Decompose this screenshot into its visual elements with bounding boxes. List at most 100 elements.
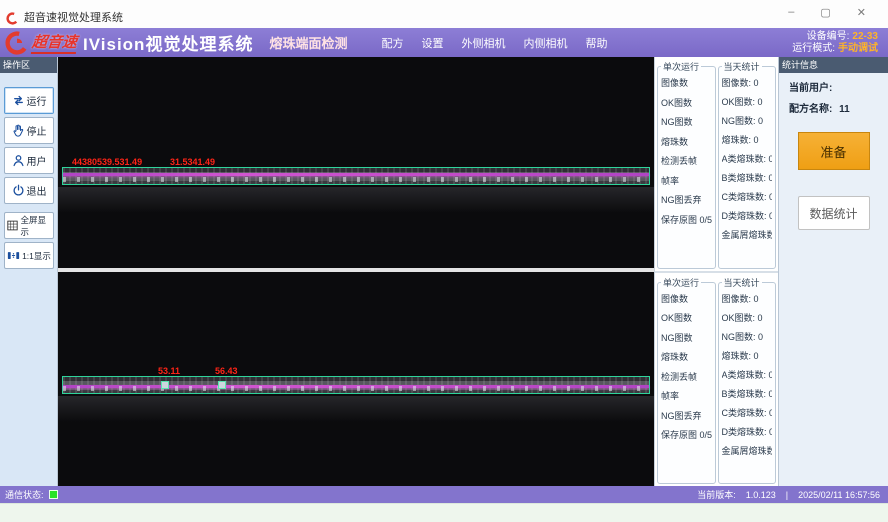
stat-row: 保存原图 0/500 (661, 211, 712, 231)
user-button[interactable]: 用户 (4, 147, 54, 174)
stat-row: 熔珠数: 0 (722, 131, 773, 150)
stat-row: 检测丢帧 (661, 152, 712, 172)
info-panel: 统计信息 当前用户: 配方名称: 11 准备 数据统计 (778, 57, 888, 486)
stat-row: C类熔珠数: 0 (722, 404, 773, 423)
maximize-icon[interactable]: ▢ (820, 6, 830, 19)
stat-row: 图像数 (661, 290, 712, 310)
today-stats-title: 当天统计 (722, 60, 762, 73)
version-value: 1.0.123 (746, 490, 776, 500)
stat-row: NG图丢弃 (661, 191, 712, 211)
one-to-one-icon (6, 248, 21, 263)
camera-viewport: 44380539.531.49 31.5341.49 53.11 56.43 (58, 57, 654, 486)
bead-glow (58, 187, 654, 213)
run-icon (11, 93, 26, 108)
stat-row: 熔珠数: 0 (722, 347, 773, 366)
bead-glow (58, 396, 654, 422)
fullscreen-button-label: 全屏显示 (21, 214, 53, 238)
status-bar: 通信状态: 当前版本: 1.0.123 | 2025/02/11 16:57:5… (0, 486, 888, 503)
stats-group-bottom: 单次运行 图像数 OK图数 NG图数 熔珠数 检测丢帧 帧率 NG图丢弃 保存原… (655, 273, 778, 487)
brand-logo-icon (4, 30, 30, 56)
stat-row: A类熔珠数: 0 (722, 150, 773, 169)
stat-row: 熔珠数 (661, 133, 712, 153)
menu-bar: 配方 设置 外侧相机 内侧相机 帮助 (381, 35, 607, 51)
info-panel-title: 统计信息 (779, 57, 888, 73)
one-to-one-button-label: 1:1显示 (22, 250, 51, 262)
stop-button-label: 停止 (27, 123, 47, 138)
statistics-columns: 单次运行 图像数 OK图数 NG图数 熔珠数 检测丢帧 帧率 NG图丢弃 保存原… (654, 57, 778, 486)
datetime-value: 2025/02/11 16:57:56 (798, 490, 880, 500)
app-title: IVision视觉处理系统 (83, 30, 253, 55)
measurement-annotation: 31.5341.49 (170, 157, 215, 167)
run-mode-label: 运行模式: (792, 43, 835, 54)
bottom-strip (0, 503, 888, 522)
data-statistics-button[interactable]: 数据统计 (798, 196, 870, 230)
one-to-one-button[interactable]: 1:1显示 (4, 242, 54, 269)
stat-row: OK图数: 0 (722, 309, 773, 328)
stat-row: C类熔珠数: 0 (722, 188, 773, 207)
stat-row: 金属屑熔珠数: 0 (722, 226, 773, 245)
menu-item-settings[interactable]: 设置 (421, 35, 443, 51)
stop-button[interactable]: 停止 (4, 117, 54, 144)
bead-speckles (63, 177, 649, 182)
stat-row: B类熔珠数: 0 (722, 385, 773, 404)
device-number-value: 22-33 (852, 31, 878, 42)
power-icon (11, 183, 26, 198)
stat-row: D类熔珠数: 0 (722, 207, 773, 226)
detection-roi-box (62, 167, 650, 185)
laser-line (63, 173, 649, 176)
device-number-label: 设备编号: (807, 31, 850, 42)
window-title: 超音速视觉处理系统 (24, 9, 123, 25)
measurement-annotation: 56.43 (215, 366, 238, 376)
today-stats-box: 当天统计 图像数: 0 OK图数: 0 NG图数: 0 熔珠数: 0 A类熔珠数… (718, 60, 777, 269)
menu-item-inner-camera[interactable]: 内侧相机 (523, 35, 567, 51)
stat-row: 图像数: 0 (722, 290, 773, 309)
measurement-annotation: 44380539.531.49 (72, 157, 142, 167)
menu-item-recipe[interactable]: 配方 (381, 35, 403, 51)
recipe-name-value: 11 (839, 104, 850, 115)
menu-item-help[interactable]: 帮助 (585, 35, 607, 51)
stat-row: D类熔珠数: 0 (722, 423, 773, 442)
single-run-box: 单次运行 图像数 OK图数 NG图数 熔珠数 检测丢帧 帧率 NG图丢弃 保存原… (657, 60, 716, 269)
run-mode-value: 手动调试 (838, 43, 878, 54)
stat-row: NG图数: 0 (722, 328, 773, 347)
stat-row: A类熔珠数: 0 (722, 366, 773, 385)
stat-row: NG图丢弃 (661, 407, 712, 427)
stat-row: 帧率 (661, 387, 712, 407)
operation-sidebar: 操作区 运行 停止 用户 (0, 57, 58, 486)
camera-view-top: 44380539.531.49 31.5341.49 (58, 57, 654, 268)
stat-row: 保存原图 0/500 (661, 426, 712, 446)
run-button-label: 运行 (27, 93, 47, 108)
user-icon (11, 153, 26, 168)
run-button[interactable]: 运行 (4, 87, 54, 114)
menu-item-outer-camera[interactable]: 外侧相机 (461, 35, 505, 51)
measurement-annotation: 53.11 (158, 366, 180, 376)
current-user-label: 当前用户: (789, 83, 832, 94)
comm-status-indicator (49, 490, 58, 499)
stat-row: OK图数: 0 (722, 93, 773, 112)
app-header: 超音速 IVision视觉处理系统 熔珠端面检测 配方 设置 外侧相机 内侧相机… (0, 28, 888, 57)
stat-row: B类熔珠数: 0 (722, 169, 773, 188)
single-run-title: 单次运行 (661, 60, 701, 73)
exit-button[interactable]: 退出 (4, 177, 54, 204)
stat-row: OK图数 (661, 94, 712, 114)
minimize-icon[interactable]: – (788, 6, 794, 19)
app-window: 超音速视觉处理系统 – ▢ ✕ 超音速 IVision视觉处理系统 熔珠端面检测… (0, 0, 888, 522)
defect-marker (218, 381, 226, 389)
fullscreen-grid-icon (5, 218, 20, 233)
close-icon[interactable]: ✕ (857, 6, 866, 19)
prepare-button[interactable]: 准备 (798, 132, 870, 170)
single-run-box: 单次运行 图像数 OK图数 NG图数 熔珠数 检测丢帧 帧率 NG图丢弃 保存原… (657, 276, 716, 485)
single-run-title: 单次运行 (661, 276, 701, 289)
stat-row: 熔珠数 (661, 348, 712, 368)
version-label: 当前版本: (697, 488, 736, 501)
stat-row: 金属屑熔珠数: 0 (722, 442, 773, 461)
bead-speckles (63, 386, 649, 391)
stat-row: OK图数 (661, 309, 712, 329)
fullscreen-button[interactable]: 全屏显示 (4, 212, 54, 239)
detection-roi-box (62, 376, 650, 394)
stats-group-top: 单次运行 图像数 OK图数 NG图数 熔珠数 检测丢帧 帧率 NG图丢弃 保存原… (655, 57, 778, 273)
today-stats-title: 当天统计 (722, 276, 762, 289)
recipe-name-label: 配方名称: (789, 104, 832, 115)
camera-view-bottom: 53.11 56.43 (58, 272, 654, 486)
today-stats-box: 当天统计 图像数: 0 OK图数: 0 NG图数: 0 熔珠数: 0 A类熔珠数… (718, 276, 777, 485)
